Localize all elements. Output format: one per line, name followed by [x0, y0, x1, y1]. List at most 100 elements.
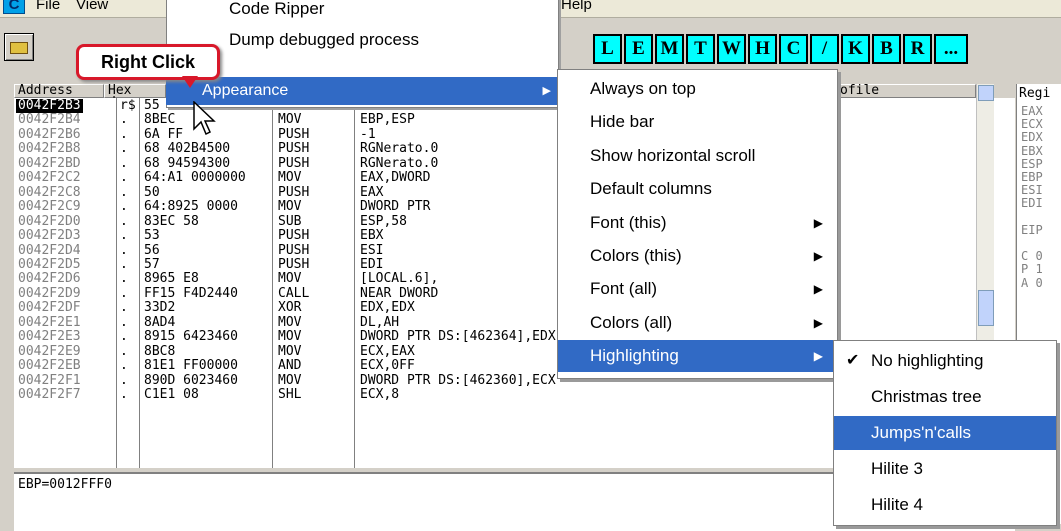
row-hex: 33D2 [144, 300, 176, 316]
register-row[interactable]: A 0 [1021, 276, 1043, 290]
menu-item-label: Colors (all) [590, 312, 673, 332]
register-row[interactable]: P 1 [1021, 262, 1043, 276]
references-button[interactable]: R [903, 34, 932, 64]
run-trace-button[interactable]: ... [934, 34, 968, 64]
row-marker: . [120, 256, 128, 272]
appearance-menu-item[interactable]: Font (this) ▶ [558, 207, 837, 239]
row-operands: ESI [360, 242, 384, 258]
log-window-button[interactable]: L [593, 34, 622, 64]
menu-file[interactable]: File [36, 0, 60, 13]
appearance-menu-item[interactable]: Show horizontal scroll [558, 140, 837, 172]
executable-modules-button[interactable]: E [624, 34, 653, 64]
row-hex: 8915 6423460 [144, 329, 238, 345]
row-marker: . [120, 228, 128, 244]
row-address: 0042F2D0 [18, 213, 81, 229]
row-operands: RGNerato.0 [360, 155, 439, 171]
patches-button[interactable]: / [810, 34, 839, 64]
menu-help[interactable]: Help [561, 0, 592, 13]
app-icon[interactable]: C [3, 0, 25, 14]
column-divider [116, 98, 117, 468]
menu-item-label: No highlighting [871, 351, 984, 370]
menu-view[interactable]: View [76, 0, 108, 13]
register-row[interactable]: EBP [1021, 170, 1043, 184]
menu-item-label: Appearance [202, 82, 289, 99]
row-operands: ECX,EAX [360, 343, 415, 359]
window-letter-buttons: L E M T W H C / K B R ... [593, 34, 968, 64]
scroll-thumb[interactable] [978, 290, 994, 326]
threads-button[interactable]: T [686, 34, 715, 64]
mouse-pointer-icon [193, 101, 216, 136]
row-address: 0042F2D6 [18, 271, 81, 287]
register-row[interactable]: EBX [1021, 144, 1043, 158]
row-hex: 68 402B4500 [144, 141, 231, 157]
row-hex: C1E1 08 [144, 387, 199, 402]
row-mnemonic: MOV [278, 271, 302, 287]
appearance-menu-item[interactable]: Colors (this) ▶ [558, 240, 837, 272]
appearance-menu-item[interactable]: Default columns [558, 173, 837, 205]
handles-button[interactable]: H [748, 34, 777, 64]
row-address: 0042F2B4 [18, 112, 81, 128]
highlighting-menu-item[interactable]: Christmas tree [834, 380, 1056, 414]
register-row[interactable]: EDX [1021, 130, 1043, 144]
register-row[interactable]: ECX [1021, 117, 1043, 131]
cpu-button[interactable]: C [779, 34, 808, 64]
row-hex: 8BEC [144, 112, 176, 128]
row-address: 0042F2E9 [18, 343, 81, 359]
row-marker: . [120, 329, 128, 345]
open-file-button[interactable] [4, 33, 34, 61]
highlighting-menu-item[interactable]: Hilite 3 [834, 452, 1056, 486]
windows-button[interactable]: W [717, 34, 746, 64]
row-operands: EAX,DWORD [360, 170, 431, 186]
register-row[interactable]: ESI [1021, 183, 1043, 197]
menu-item-appearance[interactable]: Appearance ▶ [166, 77, 559, 105]
menu-item-label: Christmas tree [871, 387, 982, 406]
breakpoints-button[interactable]: B [872, 34, 901, 64]
call-stack-button[interactable]: K [841, 34, 870, 64]
register-row[interactable]: EAX [1021, 104, 1043, 118]
submenu-arrow-icon: ▶ [813, 215, 823, 230]
highlighting-menu-item[interactable]: Jumps'n'calls [834, 416, 1056, 450]
registers-header: Regi [1019, 86, 1051, 101]
row-marker: . [120, 285, 128, 301]
row-hex: 6A FF [144, 126, 184, 142]
row-marker: . [120, 155, 128, 171]
register-row[interactable]: EIP [1021, 223, 1043, 237]
row-operands: DL,AH [360, 314, 400, 330]
submenu-arrow-icon: ▶ [813, 249, 823, 263]
column-divider [354, 98, 355, 468]
appearance-menu-item[interactable]: Always on top [558, 73, 837, 105]
register-row[interactable]: ESP [1021, 157, 1043, 171]
row-address: 0042F2B3 [16, 98, 83, 114]
register-row[interactable]: EDI [1021, 196, 1043, 210]
row-mnemonic: PUSH [278, 141, 310, 157]
row-mnemonic: AND [278, 358, 302, 374]
column-header-address[interactable]: Address [14, 84, 104, 98]
memory-map-button[interactable]: M [655, 34, 684, 64]
menu-item-label: Show horizontal scroll [590, 145, 756, 165]
appearance-menu-item[interactable]: Font (all) ▶ [558, 273, 837, 305]
row-marker: . [120, 242, 128, 258]
highlighting-menu-item[interactable]: ✔ No highlighting [834, 344, 1056, 378]
row-address: 0042F2B8 [18, 141, 81, 157]
register-row[interactable]: C 0 [1021, 249, 1043, 263]
menu-item-label: Font (this) [590, 212, 667, 232]
menu-item-dump-process[interactable]: Dump debugged process [229, 30, 419, 50]
appearance-menu-item[interactable]: Highlighting ▶ [558, 340, 837, 373]
appearance-menu-item[interactable]: Colors (all) ▶ [558, 307, 837, 339]
appearance-menu-item[interactable]: Hide bar [558, 106, 837, 138]
scroll-up-icon[interactable] [978, 85, 994, 101]
highlighting-menu-item[interactable]: Hilite 4 [834, 488, 1056, 522]
row-operands: DWORD PTR DS:[462364],EDX [360, 329, 556, 345]
row-address: 0042F2DF [18, 300, 81, 316]
menu-item-label: Font (all) [590, 279, 658, 299]
callout-tail [182, 76, 198, 88]
row-marker: . [120, 271, 128, 287]
column-header-comment[interactable]: ofile [836, 84, 976, 98]
column-header-hex[interactable]: Hex dump [104, 84, 166, 109]
row-address: 0042F2BD [18, 155, 81, 171]
row-address: 0042F2C2 [18, 170, 81, 186]
row-operands: NEAR DWORD [360, 285, 439, 301]
row-hex: 57 [144, 256, 160, 272]
row-marker: . [120, 184, 128, 200]
menu-item-code-ripper[interactable]: Code Ripper [229, 0, 324, 19]
